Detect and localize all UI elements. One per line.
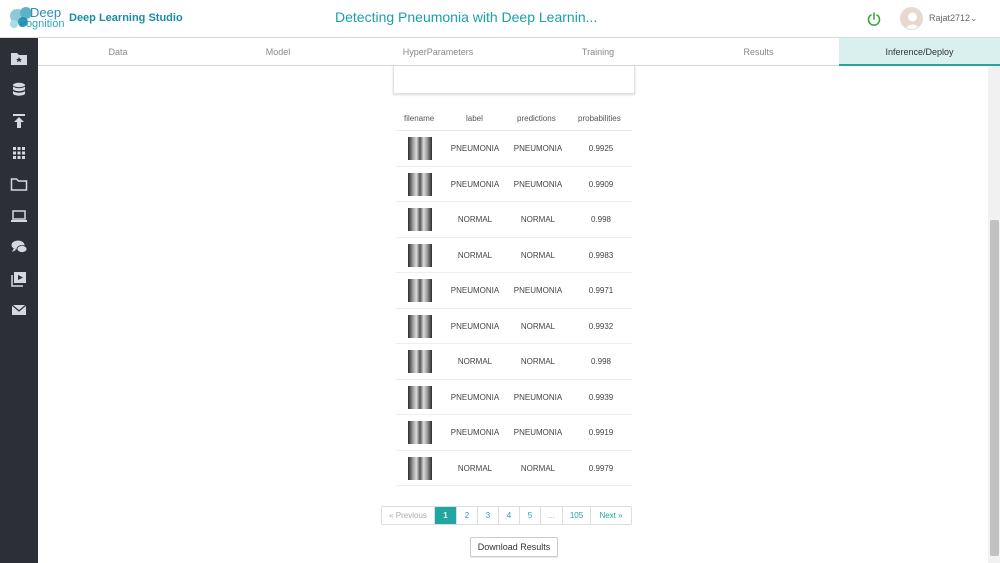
cell-label: NORMAL: [457, 250, 493, 260]
column-header-label: label: [466, 114, 483, 123]
xray-thumbnail: [408, 314, 432, 338]
page-button-1[interactable]: 1: [435, 507, 457, 524]
cell-probability: 0.9939: [588, 392, 614, 402]
cell-label: PNEUMONIA: [450, 144, 500, 153]
table-row: PNEUMONIA PNEUMONIA 0.9939: [396, 380, 632, 415]
results-table: filename label predictions probabilities…: [396, 106, 632, 486]
chevron-down-icon[interactable]: ⌄: [970, 13, 978, 24]
logo-text-cognition: Cognition: [18, 18, 65, 30]
next-page-button[interactable]: Next »: [591, 507, 631, 524]
page-button-105[interactable]: 105: [563, 507, 591, 524]
workflow-tabs: Data Model HyperParameters Training Resu…: [38, 38, 1000, 66]
table-row: PNEUMONIA NORMAL 0.9932: [396, 309, 632, 344]
column-header-predictions: predictions: [517, 114, 556, 123]
column-header-filename: filename: [404, 114, 435, 123]
grid-apps-icon[interactable]: [10, 145, 28, 161]
cell-probability: 0.9909: [588, 179, 614, 189]
page-title: Detecting Pneumonia with Deep Learnin...: [335, 9, 598, 25]
username[interactable]: Rajat2712: [929, 13, 970, 23]
cell-label: PNEUMONIA: [450, 179, 500, 189]
cell-label: PNEUMONIA: [450, 392, 500, 402]
cell-probability: 0.9932: [588, 321, 614, 331]
cell-label: PNEUMONIA: [450, 286, 500, 295]
cell-prediction: NORMAL: [520, 357, 556, 366]
cell-prediction: PNEUMONIA: [513, 392, 563, 402]
cell-probability: 0.998: [590, 215, 612, 224]
cell-label: NORMAL: [457, 215, 493, 224]
table-row: NORMAL NORMAL 0.998: [396, 344, 632, 380]
cell-probability: 0.9979: [588, 463, 614, 473]
cell-label: NORMAL: [457, 463, 493, 473]
tab-inference-deploy[interactable]: Inference/Deploy: [839, 38, 1000, 66]
upload-icon[interactable]: [10, 113, 28, 129]
top-bar: Deep Cognition Deep Learning Studio Dete…: [0, 0, 1000, 38]
cell-prediction: NORMAL: [520, 215, 556, 224]
table-header: filename label predictions probabilities: [396, 106, 632, 131]
page-button-3[interactable]: 3: [478, 507, 499, 524]
previous-page-button[interactable]: « Previous: [382, 507, 435, 524]
cell-prediction: PNEUMONIA: [513, 428, 563, 437]
table-row: NORMAL NORMAL 0.9983: [396, 238, 632, 273]
page-button-5[interactable]: 5: [520, 507, 541, 524]
laptop-icon[interactable]: [10, 208, 28, 224]
sidebar: [0, 38, 38, 563]
tab-results[interactable]: Results: [678, 38, 839, 66]
page-ellipsis: ...: [541, 507, 563, 524]
avatar[interactable]: [900, 7, 923, 30]
table-row: PNEUMONIA PNEUMONIA 0.9909: [396, 167, 632, 202]
video-play-icon[interactable]: [10, 271, 28, 287]
cell-probability: 0.998: [590, 357, 612, 366]
xray-thumbnail: [408, 243, 432, 267]
folder-star-icon[interactable]: [10, 50, 28, 66]
cell-prediction: PNEUMONIA: [513, 179, 563, 189]
xray-thumbnail: [408, 172, 432, 196]
table-row: NORMAL NORMAL 0.9979: [396, 451, 632, 486]
table-row: PNEUMONIA PNEUMONIA 0.9971: [396, 273, 632, 309]
avatar-silhouette-icon: [904, 12, 921, 29]
cell-probability: 0.9971: [588, 286, 614, 295]
folder-icon[interactable]: [10, 176, 28, 192]
table-row: PNEUMONIA PNEUMONIA 0.9919: [396, 415, 632, 451]
download-results-button[interactable]: Download Results: [470, 537, 558, 557]
xray-thumbnail: [408, 385, 432, 409]
scrollbar-thumb[interactable]: [990, 220, 999, 556]
xray-thumbnail: [408, 456, 432, 480]
xray-thumbnail: [408, 137, 432, 160]
studio-name: Deep Learning Studio: [69, 12, 183, 24]
cell-probability: 0.9983: [588, 250, 614, 260]
cell-prediction: PNEUMONIA: [513, 286, 563, 295]
tab-hyperparameters[interactable]: HyperParameters: [358, 38, 518, 66]
xray-thumbnail: [408, 208, 432, 231]
database-icon[interactable]: [10, 82, 28, 98]
power-icon[interactable]: [866, 11, 882, 27]
xray-thumbnail: [408, 350, 432, 373]
page-button-4[interactable]: 4: [499, 507, 520, 524]
tab-training[interactable]: Training: [518, 38, 678, 66]
table-row: PNEUMONIA PNEUMONIA 0.9925: [396, 131, 632, 167]
page-button-2[interactable]: 2: [457, 507, 478, 524]
table-row: NORMAL NORMAL 0.998: [396, 202, 632, 238]
cell-label: PNEUMONIA: [450, 321, 500, 331]
upload-panel: [393, 66, 635, 94]
chat-icon[interactable]: [10, 239, 28, 255]
column-header-probabilities: probabilities: [578, 114, 621, 123]
cell-prediction: PNEUMONIA: [513, 144, 563, 153]
cell-prediction: NORMAL: [520, 250, 556, 260]
tab-data[interactable]: Data: [38, 38, 198, 66]
cell-label: NORMAL: [457, 357, 493, 366]
xray-thumbnail: [408, 279, 432, 302]
pagination: « Previous 1 2 3 4 5 ... 105 Next »: [381, 506, 632, 525]
cell-probability: 0.9919: [588, 428, 614, 437]
mail-icon[interactable]: [10, 302, 28, 318]
cell-prediction: NORMAL: [520, 321, 556, 331]
cell-label: PNEUMONIA: [450, 428, 500, 437]
tab-model[interactable]: Model: [198, 38, 358, 66]
cell-probability: 0.9925: [588, 144, 614, 153]
xray-thumbnail: [408, 421, 432, 444]
cell-prediction: NORMAL: [520, 463, 556, 473]
